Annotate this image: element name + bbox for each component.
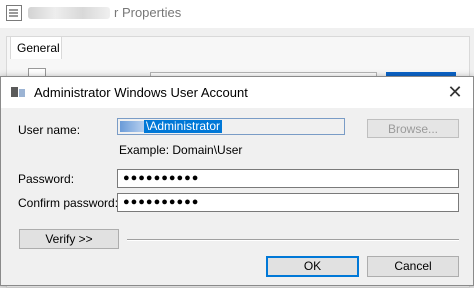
cancel-button[interactable]: Cancel: [367, 256, 459, 277]
redacted-title-text: [28, 7, 110, 19]
dialog-title-bar: Administrator Windows User Account ✕: [1, 77, 473, 108]
user-name-value: \Administrator: [144, 119, 223, 133]
close-icon[interactable]: ✕: [445, 82, 465, 102]
example-hint: Example: Domain\User: [119, 143, 243, 157]
redacted-domain: [120, 121, 144, 132]
tab-general-label: General: [17, 41, 60, 55]
user-name-input[interactable]: \Administrator: [117, 118, 345, 135]
password-label: Password:: [18, 172, 75, 186]
user-account-icon: [11, 87, 25, 97]
tab-general[interactable]: General: [10, 36, 62, 59]
browse-button[interactable]: Browse...: [367, 119, 459, 138]
verify-button[interactable]: Verify >>: [19, 229, 119, 249]
user-account-dialog: Administrator Windows User Account ✕ Use…: [0, 76, 474, 286]
background-window-title: r Properties: [114, 5, 182, 20]
background-title-bar: r Properties: [0, 0, 474, 28]
ok-button[interactable]: OK: [266, 256, 359, 277]
password-field[interactable]: ●●●●●●●●●●: [117, 169, 459, 188]
properties-window-icon: [6, 5, 22, 21]
confirm-password-label: Confirm password:: [18, 196, 119, 210]
user-name-label: User name:: [18, 123, 81, 137]
confirm-password-field[interactable]: ●●●●●●●●●●: [117, 193, 459, 212]
dialog-title: Administrator Windows User Account: [34, 85, 248, 100]
separator: [127, 239, 459, 241]
